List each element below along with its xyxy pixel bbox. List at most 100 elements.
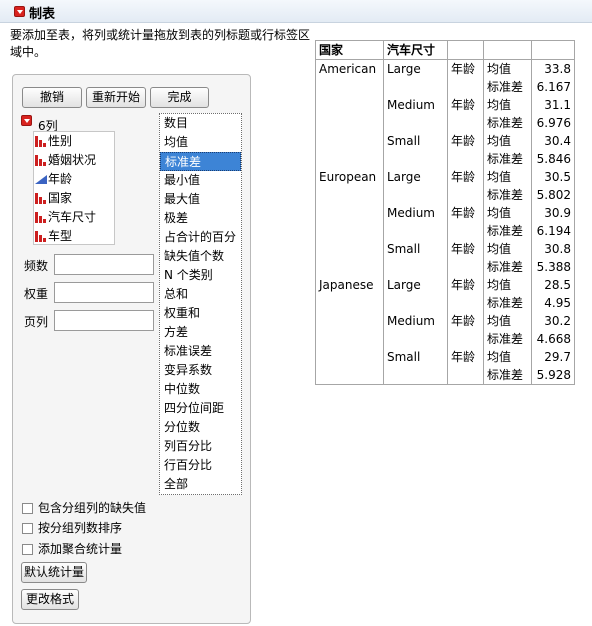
table-cell: Large xyxy=(383,168,448,186)
table-cell: 均值 xyxy=(483,240,532,258)
table-cell: 均值 xyxy=(483,204,532,222)
table-cell xyxy=(315,222,384,240)
stat-item[interactable]: 最小值 xyxy=(160,171,241,190)
stat-item[interactable]: 中位数 xyxy=(160,380,241,399)
header-blank[interactable] xyxy=(531,40,575,60)
continuous-icon xyxy=(35,175,47,184)
stat-item[interactable]: 最大值 xyxy=(160,190,241,209)
header-blank[interactable] xyxy=(483,40,532,60)
table-cell: 4.95 xyxy=(531,294,575,312)
stat-item[interactable]: 极差 xyxy=(160,209,241,228)
column-item[interactable]: 国家 xyxy=(34,189,114,208)
header-country[interactable]: 国家 xyxy=(315,40,384,60)
table-row: Small 年龄 均值 30.4 xyxy=(315,132,575,150)
table-cell xyxy=(447,186,484,204)
stat-item[interactable]: 权重和 xyxy=(160,304,241,323)
table-cell: 31.1 xyxy=(531,96,575,114)
table-cell: 28.5 xyxy=(531,276,575,294)
table-row: 标准差 4.668 xyxy=(315,330,575,348)
table-row: 标准差 6.194 xyxy=(315,222,575,240)
table-cell: 5.802 xyxy=(531,186,575,204)
stat-item[interactable]: 变异系数 xyxy=(160,361,241,380)
table-cell: Small xyxy=(383,348,448,366)
stat-item[interactable]: 数目 xyxy=(160,114,241,133)
default-stats-button[interactable]: 默认统计量 xyxy=(21,562,87,583)
table-row: Medium 年龄 均值 31.1 xyxy=(315,96,575,114)
add-aggregate-checkbox-row[interactable]: 添加聚合统计量 xyxy=(22,540,122,557)
table-cell: Small xyxy=(383,132,448,150)
stat-item[interactable]: 四分位间距 xyxy=(160,399,241,418)
table-cell: 标准差 xyxy=(483,330,532,348)
table-cell xyxy=(383,78,448,96)
table-cell xyxy=(383,366,448,385)
stat-item[interactable]: 分位数 xyxy=(160,418,241,437)
include-missing-label: 包含分组列的缺失值 xyxy=(38,501,147,515)
table-cell xyxy=(447,366,484,385)
stat-item[interactable]: 总和 xyxy=(160,285,241,304)
stat-item[interactable]: 标准误差 xyxy=(160,342,241,361)
column-item-label: 婚姻状况 xyxy=(48,153,97,167)
table-cell: 年龄 xyxy=(447,96,484,114)
table-cell xyxy=(315,114,384,132)
table-row: Medium 年龄 均值 30.9 xyxy=(315,204,575,222)
table-cell: 30.4 xyxy=(531,132,575,150)
table-row: American Large 年龄 均值 33.8 xyxy=(315,59,575,78)
table-cell: 标准差 xyxy=(483,150,532,168)
table-cell xyxy=(447,78,484,96)
table-cell xyxy=(315,312,384,330)
header-car-size[interactable]: 汽车尺寸 xyxy=(383,40,448,60)
table-row: 标准差 4.95 xyxy=(315,294,575,312)
table-cell: Medium xyxy=(383,312,448,330)
stat-item[interactable]: 缺失值个数 xyxy=(160,247,241,266)
table-cell: 均值 xyxy=(483,276,532,294)
table-cell xyxy=(447,294,484,312)
table-row: 标准差 5.388 xyxy=(315,258,575,276)
add-aggregate-label: 添加聚合统计量 xyxy=(38,542,123,556)
column-item[interactable]: 车型 xyxy=(34,227,114,246)
stat-item[interactable]: N 个类别 xyxy=(160,266,241,285)
column-list[interactable]: 性别 婚姻状况 年龄 国家 汽车尺寸 车型 xyxy=(33,131,115,245)
table-cell xyxy=(447,258,484,276)
columns-disclosure-icon[interactable] xyxy=(21,115,32,126)
stat-item[interactable]: 均值 xyxy=(160,133,241,152)
column-item[interactable]: 性别 xyxy=(34,132,114,151)
title-bar xyxy=(0,0,592,23)
undo-button[interactable]: 撤销 xyxy=(22,87,82,108)
include-missing-checkbox-row[interactable]: 包含分组列的缺失值 xyxy=(22,499,146,516)
table-row: Japanese Large 年龄 均值 28.5 xyxy=(315,276,575,294)
change-format-button[interactable]: 更改格式 xyxy=(21,589,79,610)
done-button[interactable]: 完成 xyxy=(150,87,209,108)
column-item[interactable]: 年龄 xyxy=(34,170,114,189)
bar-chart-icon xyxy=(35,136,47,147)
table-cell: 29.7 xyxy=(531,348,575,366)
table-cell: 标准差 xyxy=(483,186,532,204)
stat-item[interactable]: 行百分比 xyxy=(160,456,241,475)
statistics-list[interactable]: 数目 均值 标准差 最小值 最大值 极差 占合计的百分 缺失值个数 N 个类别 … xyxy=(159,113,242,495)
freq-drop-zone[interactable] xyxy=(54,254,154,275)
outline-disclosure-icon[interactable] xyxy=(14,6,25,17)
stat-item[interactable]: 全部 xyxy=(160,475,241,494)
order-by-count-checkbox[interactable] xyxy=(22,523,33,534)
stat-item[interactable]: 方差 xyxy=(160,323,241,342)
page-title: 制表 xyxy=(29,7,56,22)
column-item-label: 车型 xyxy=(48,229,73,243)
stat-item[interactable]: 列百分比 xyxy=(160,437,241,456)
stat-item-selected[interactable]: 标准差 xyxy=(160,152,241,171)
header-blank[interactable] xyxy=(447,40,484,60)
restart-button[interactable]: 重新开始 xyxy=(86,87,146,108)
add-aggregate-checkbox[interactable] xyxy=(22,544,33,555)
page-drop-zone[interactable] xyxy=(54,310,154,331)
order-by-count-checkbox-row[interactable]: 按分组列数排序 xyxy=(22,519,122,536)
column-item-label: 汽车尺寸 xyxy=(48,210,97,224)
table-cell: 均值 xyxy=(483,312,532,330)
table-cell: 年龄 xyxy=(447,132,484,150)
include-missing-checkbox[interactable] xyxy=(22,503,33,514)
table-cell: 30.2 xyxy=(531,312,575,330)
column-item[interactable]: 汽车尺寸 xyxy=(34,208,114,227)
table-cell xyxy=(315,186,384,204)
weight-drop-zone[interactable] xyxy=(54,282,154,303)
column-item[interactable]: 婚姻状况 xyxy=(34,151,114,170)
table-cell: 5.928 xyxy=(531,366,575,385)
stat-item[interactable]: 占合计的百分 xyxy=(160,228,241,247)
table-cell: 30.8 xyxy=(531,240,575,258)
